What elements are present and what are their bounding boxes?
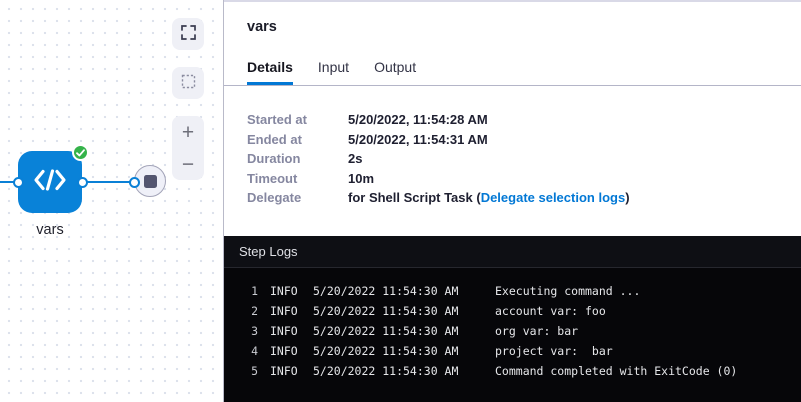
detail-value: 10m [348,169,374,189]
detail-value: 5/20/2022, 11:54:31 AM [348,130,488,150]
stop-icon [144,175,157,188]
log-level: INFO [270,281,300,301]
fullscreen-icon [181,25,196,43]
log-line: 1 INFO 5/20/2022 11:54:30 AM Executing c… [224,281,801,301]
log-line: 4 INFO 5/20/2022 11:54:30 AM project var… [224,341,801,361]
log-level: INFO [270,321,300,341]
detail-value: 5/20/2022, 11:54:28 AM [348,110,488,130]
pipeline-canvas[interactable]: vars + − [0,0,224,402]
log-level: INFO [270,301,300,321]
marquee-select-button[interactable] [172,67,204,99]
log-message: Command completed with ExitCode (0) [495,361,737,381]
log-level: INFO [270,341,300,361]
detail-row-ended-at: Ended at 5/20/2022, 11:54:31 AM [247,130,801,150]
success-check-icon [72,144,89,161]
step-logs-title: Step Logs [239,244,298,259]
log-line: 5 INFO 5/20/2022 11:54:30 AM Command com… [224,361,801,381]
details-section: Started at 5/20/2022, 11:54:28 AM Ended … [224,86,801,208]
log-message: Executing command ... [495,281,640,301]
zoom-out-button[interactable]: − [172,148,204,180]
detail-row-delegate: Delegate for Shell Script Task (Delegate… [247,188,801,208]
log-line-number: 2 [224,301,258,321]
node-port-in[interactable] [13,177,24,188]
log-message: account var: foo [495,301,606,321]
log-line-number: 5 [224,361,258,381]
step-node-vars[interactable] [18,151,82,213]
tab-input[interactable]: Input [318,59,349,85]
zoom-in-button[interactable]: + [172,116,204,148]
detail-row-timeout: Timeout 10m [247,169,801,189]
log-line: 3 INFO 5/20/2022 11:54:30 AM org var: ba… [224,321,801,341]
log-timestamp: 5/20/2022 11:54:30 AM [313,321,459,341]
detail-label: Delegate [247,188,348,208]
node-label: vars [10,222,90,238]
fullscreen-button[interactable] [172,18,204,50]
detail-label: Ended at [247,130,348,150]
detail-value: for Shell Script Task ( [348,188,481,208]
log-message: org var: bar [495,321,578,341]
detail-row-started-at: Started at 5/20/2022, 11:54:28 AM [247,110,801,130]
tab-bar: Details Input Output [224,59,801,86]
page-title: vars [247,19,801,35]
node-port-out[interactable] [77,177,88,188]
detail-label: Timeout [247,169,348,189]
tab-output[interactable]: Output [374,59,416,85]
log-timestamp: 5/20/2022 11:54:30 AM [313,341,459,361]
delegate-selection-logs-link[interactable]: Delegate selection logs [481,188,626,208]
log-timestamp: 5/20/2022 11:54:30 AM [313,281,459,301]
log-line-number: 4 [224,341,258,361]
pipeline-execution-view: vars + − vars [0,0,801,402]
end-node-port[interactable] [129,177,140,188]
detail-value-suffix: ) [625,188,629,208]
log-timestamp: 5/20/2022 11:54:30 AM [313,301,459,321]
log-message: project var: bar [495,341,613,361]
log-line-number: 3 [224,321,258,341]
log-line-number: 1 [224,281,258,301]
log-timestamp: 5/20/2022 11:54:30 AM [313,361,459,381]
step-detail-panel: vars Details Input Output Started at 5/2… [224,0,801,402]
step-logs-header: Step Logs [224,236,801,268]
zoom-controls: + − [172,116,204,180]
edge-line [82,181,135,183]
log-line: 2 INFO 5/20/2022 11:54:30 AM account var… [224,301,801,321]
detail-label: Duration [247,149,348,169]
code-icon [33,167,67,198]
step-logs-body: 1 INFO 5/20/2022 11:54:30 AM Executing c… [224,268,801,381]
detail-value: 2s [348,149,362,169]
detail-label: Started at [247,110,348,130]
marquee-select-icon [181,74,196,92]
step-logs-console[interactable]: Step Logs 1 INFO 5/20/2022 11:54:30 AM E… [224,236,801,402]
log-level: INFO [270,361,300,381]
tab-details[interactable]: Details [247,59,293,85]
detail-row-duration: Duration 2s [247,149,801,169]
